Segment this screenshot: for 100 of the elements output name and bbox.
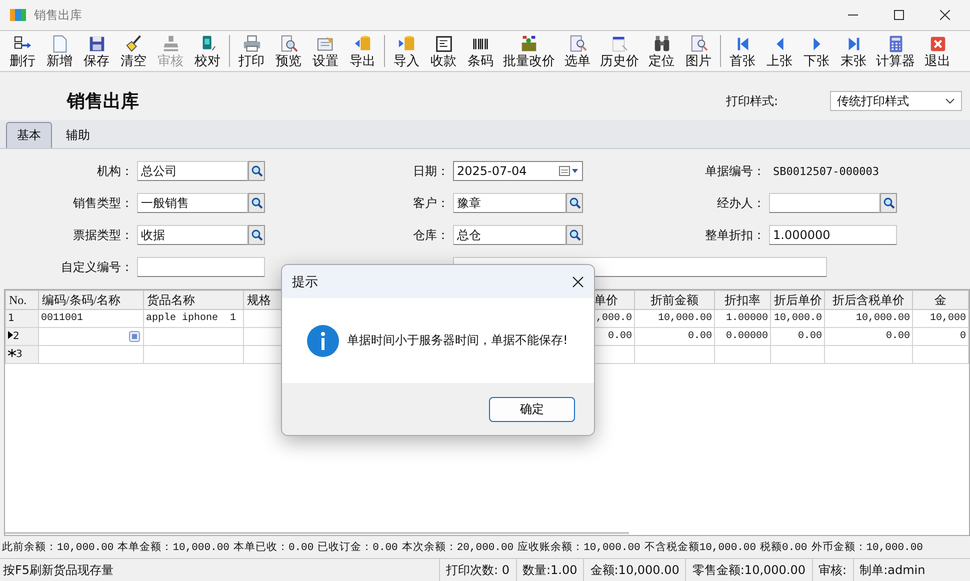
toolbar-button[interactable]: 定位 [643,34,680,68]
toolbar-button[interactable]: 选单 [559,34,596,68]
toolbar-button[interactable]: 收款 [425,34,462,68]
tab[interactable]: 辅助 [56,123,100,148]
column-header: 货品名称 [144,290,244,310]
row-header: 2 [6,328,38,346]
toolbar-button[interactable]: 首张 [724,34,761,68]
field-label: 客户： [412,194,449,212]
toolbar-button[interactable]: 导入 [388,34,425,68]
info-icon [307,324,339,356]
table-cell: 0.00 [688,331,712,342]
toolbar-button[interactable]: 末张 [835,34,872,68]
row-header: 1 [6,310,38,328]
ellipsis-button[interactable] [129,331,140,342]
close-icon[interactable] [572,276,584,288]
dialog-message: 单据时间小于服务器时间，单据不能保存! [347,332,568,349]
toolbar-button[interactable]: 上张 [761,34,798,68]
field-label: 机构： [96,162,133,180]
summary-value: 本单已收：0.00 [233,540,314,554]
tab[interactable]: 基本 [6,122,52,148]
toolbar-button[interactable]: 图片 [680,34,717,68]
column-header: 折前金额 [634,290,714,310]
input-field[interactable]: 收据 [137,225,248,245]
window-title: 销售出库 [34,6,82,24]
table-cell: ,000.0 [596,313,632,324]
status-text: 数量:1.00 [516,559,584,581]
document-number: SB0012507-000003 [772,164,880,178]
input-field[interactable]: 总公司 [137,161,248,181]
status-text: 零售金额:10,000.00 [685,559,812,581]
summary-value: 应收账余额：10,000.00 [518,540,640,554]
current-row-icon [8,331,13,339]
calendar-dropdown-icon[interactable] [559,165,579,177]
column-header: 编码/条码/名称 [38,290,144,310]
printer-icon [242,34,262,54]
search-button[interactable] [566,193,583,213]
document-magnifier-icon [568,34,588,54]
toolbar-button[interactable]: 校对 [189,34,226,68]
table-cell: 0011001 [41,313,84,324]
field-label: 自定义编号： [60,258,133,276]
field-label: 销售类型： [72,194,133,212]
field-label: 整单折扣： [704,226,765,244]
table-cell: 10,000.0 [774,313,822,324]
search-button[interactable] [248,161,265,181]
input-field[interactable] [769,193,880,213]
table-cell: apple iphone 1 [146,313,236,324]
toolbar-button[interactable]: 保存 [78,34,115,68]
search-button[interactable] [248,193,265,213]
print-style-label: 打印样式: [726,92,778,110]
status-text: 制单:admin [852,559,932,581]
table-cell: 10,000.00 [658,313,712,324]
input-field[interactable]: 豫章 [453,193,566,213]
summary-value: 不含税金额10,000.00 [644,540,756,554]
column-header: No. [6,290,38,310]
input-field[interactable]: 总仓 [453,225,566,245]
input-field[interactable]: 一般销售 [137,193,248,213]
toolbar-button[interactable]: 批量改价 [499,34,559,68]
summary-value: 本次余额：20,000.00 [402,540,514,554]
summary-value: 外币金额：10,000.00 [811,540,923,554]
summary-value: 本单金额：10,000.00 [118,540,230,554]
search-button[interactable] [248,225,265,245]
toolbar-button[interactable]: 退出 [919,34,956,68]
field-label: 票据类型： [72,226,133,244]
table-cell: 10,000 [930,313,966,324]
toolbar-button[interactable]: 下张 [798,34,835,68]
maximize-icon[interactable] [894,10,904,20]
date-field[interactable]: 2025-07-04 [453,161,583,181]
close-icon[interactable] [940,10,950,20]
print-style-select[interactable]: 传统打印样式 [830,91,962,111]
table-cell: 0.00000 [726,331,768,342]
broom-icon [124,34,144,54]
toolbar-button[interactable]: 删行 [4,34,41,68]
toolbar-button[interactable]: 导出 [344,34,381,68]
input-field[interactable] [137,257,265,277]
column-header: 折后含税单价 [824,290,912,310]
toolbar-button[interactable]: 历史价 [596,34,643,68]
toolbar-button[interactable]: 预览 [270,34,307,68]
summary-value: 税额0.00 [760,540,808,554]
document-magnifier-icon [688,34,708,54]
toolbar-button[interactable]: 条码 [462,34,499,68]
summary-value: 已收订金：0.00 [318,540,398,554]
toolbar-button[interactable]: 设置 [307,34,344,68]
search-button[interactable] [566,225,583,245]
new-row-icon [8,349,16,357]
table-cell: 10,000.00 [856,313,910,324]
table-cell: 0.00 [798,331,822,342]
status-text: 打印次数: 0 [439,559,516,581]
dialog-title: 提示 [292,274,318,290]
search-button[interactable] [880,193,897,213]
toolbar-button[interactable]: 新增 [41,34,78,68]
toolbar-button[interactable]: 清空 [115,34,152,68]
toolbar-button[interactable]: 计算器 [872,34,919,68]
column-header: 金 [912,290,968,310]
table-cell: 0.00 [886,331,910,342]
table-cell: 0.00 [608,331,632,342]
summary-value: 此前余额：10,000.00 [2,540,114,554]
ok-button[interactable]: 确定 [489,396,575,422]
input-field[interactable]: 1.000000 [769,225,897,245]
column-header: 折后单价 [770,290,824,310]
app-logo-icon [10,7,26,23]
toolbar-button[interactable]: 打印 [233,34,270,68]
